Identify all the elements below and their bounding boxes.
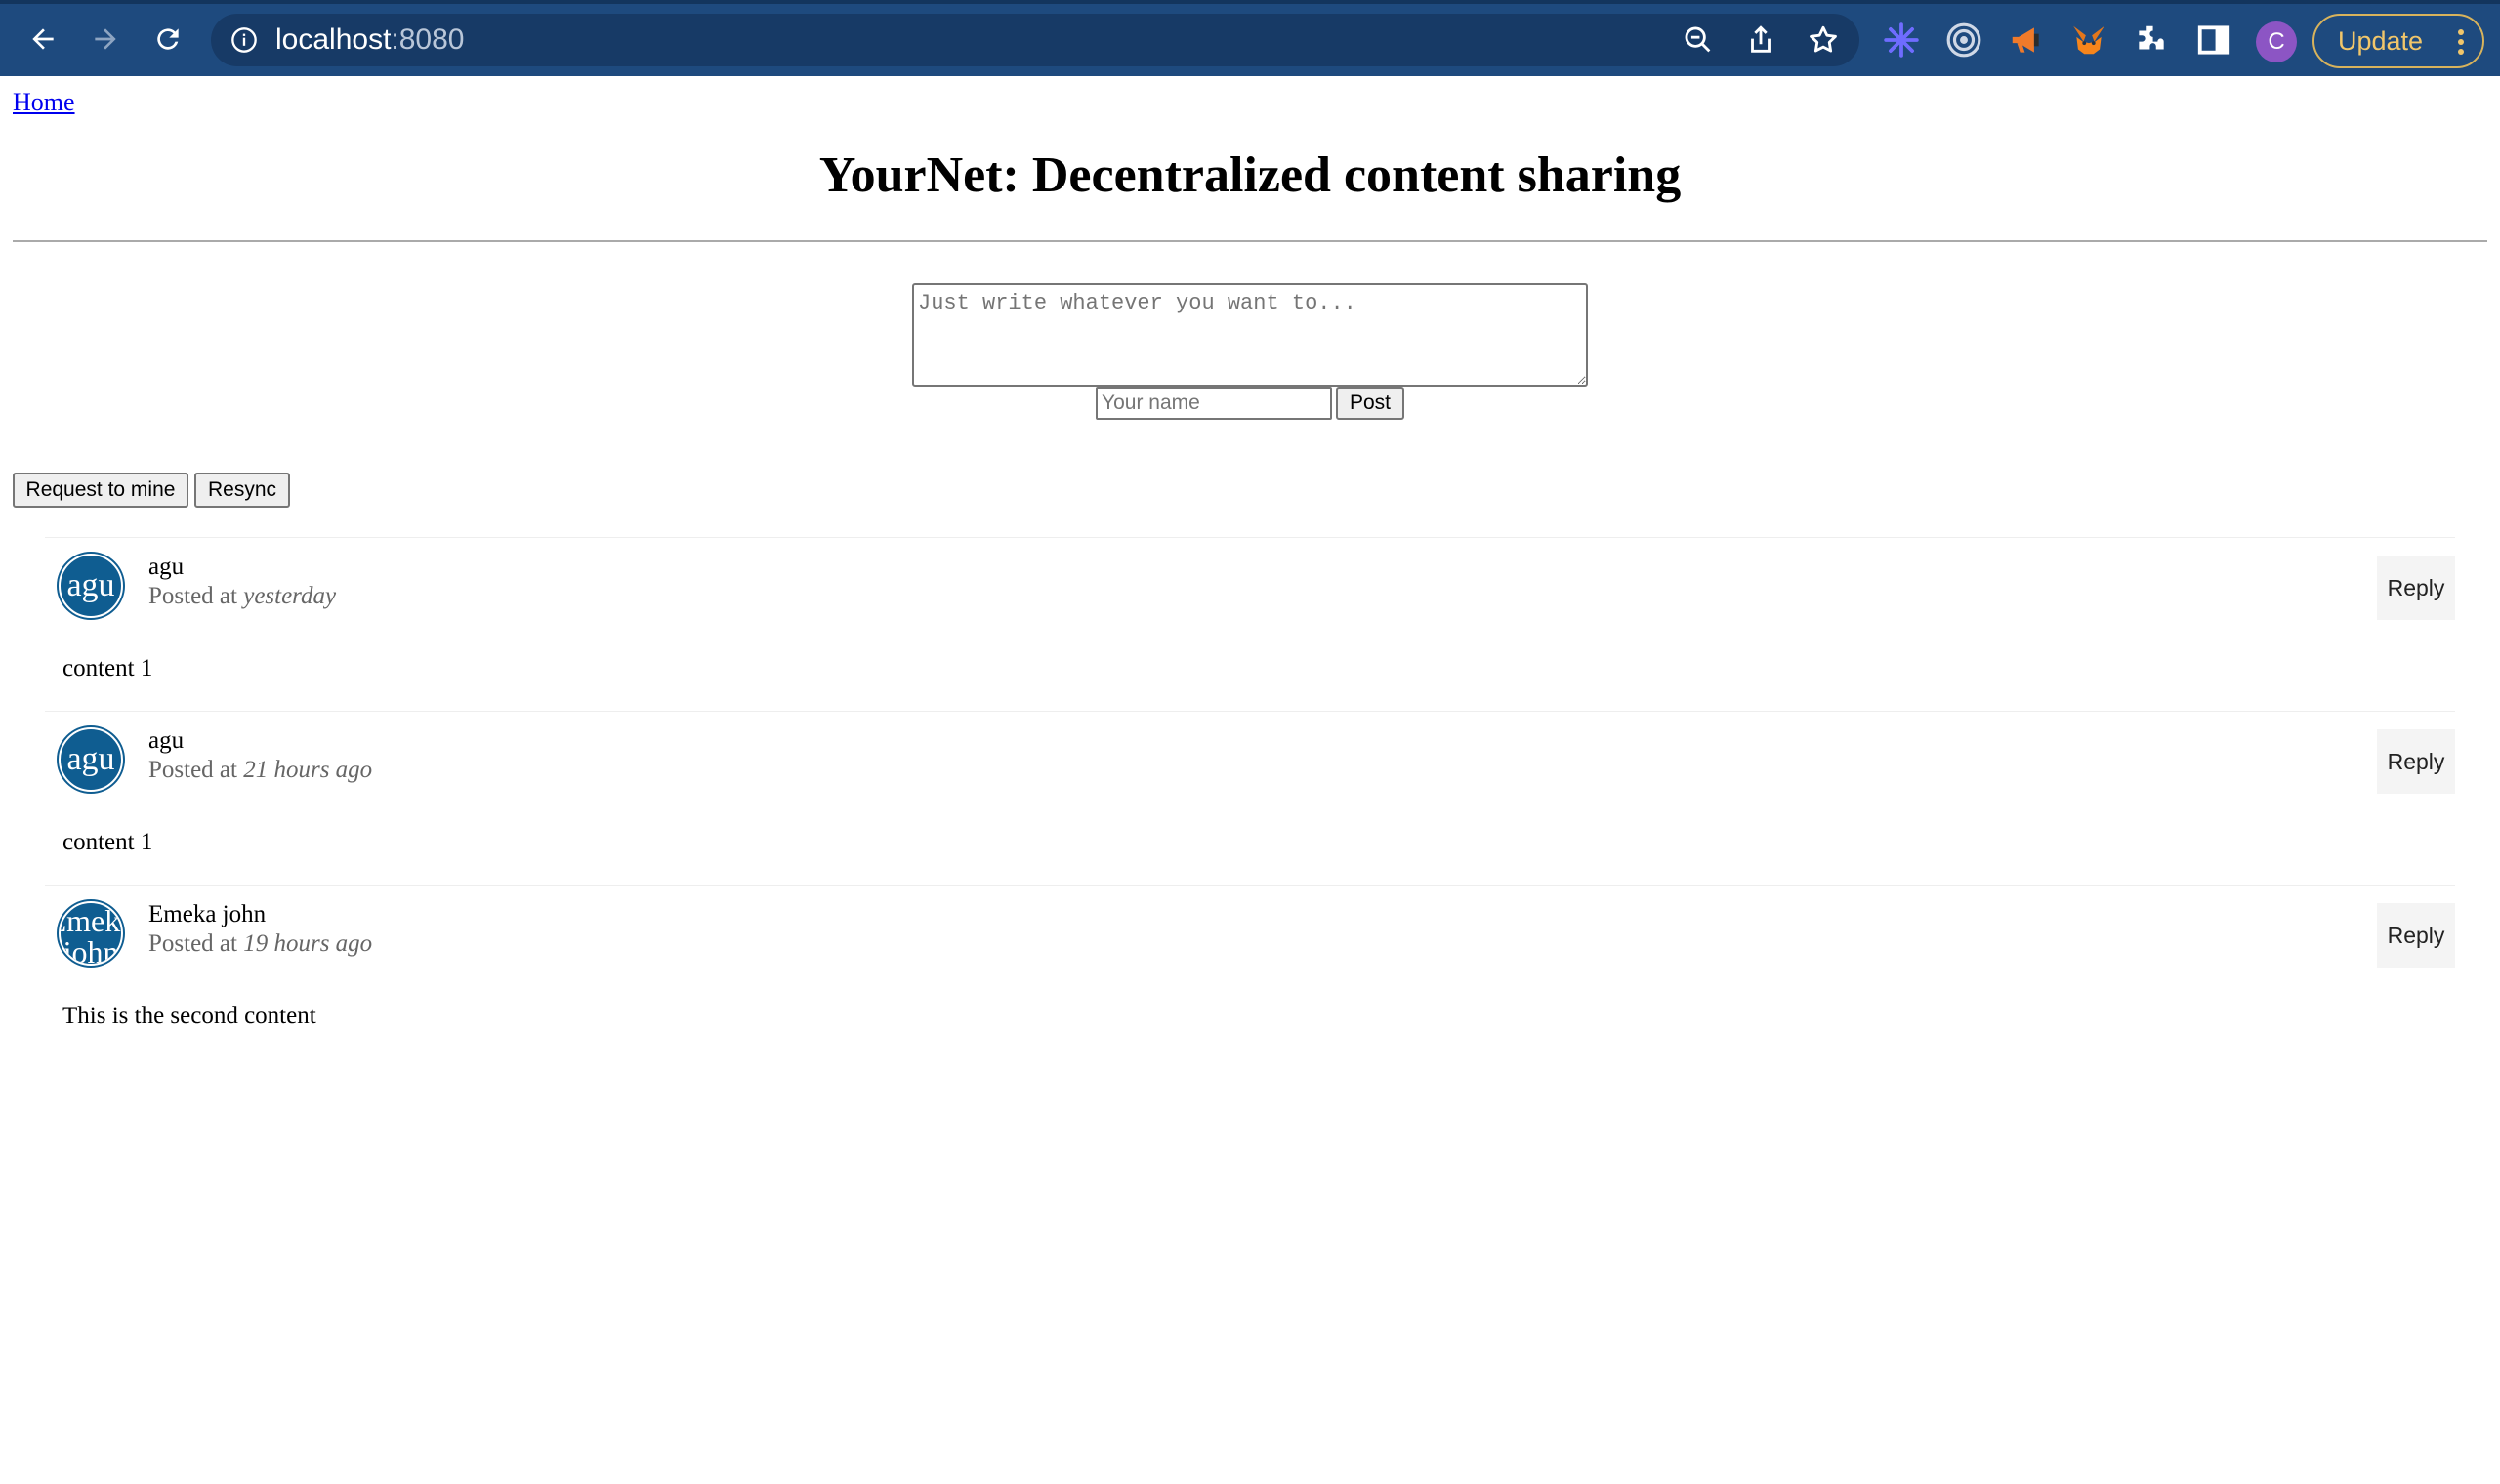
forward-arrow-icon[interactable] bbox=[84, 18, 127, 61]
share-icon[interactable] bbox=[1744, 23, 1777, 57]
post-author: agu bbox=[148, 554, 185, 580]
post-content: This is the second content bbox=[62, 1003, 316, 1029]
sparkle-extension-icon[interactable] bbox=[1883, 21, 1920, 59]
reload-icon[interactable] bbox=[146, 18, 189, 61]
post-timestamp: Posted at 21 hours ago bbox=[148, 757, 372, 784]
url-port: :8080 bbox=[391, 23, 465, 56]
update-label: Update bbox=[2338, 25, 2424, 56]
address-bar[interactable]: localhost:8080 bbox=[211, 14, 1859, 66]
reply-button[interactable]: Reply bbox=[2377, 903, 2455, 968]
author-avatar: agu bbox=[59, 554, 123, 618]
bookmark-star-icon[interactable] bbox=[1807, 23, 1840, 57]
post-author: Emeka john bbox=[148, 901, 267, 928]
post-timestamp: Posted at yesterday bbox=[148, 583, 336, 610]
post-author: agu bbox=[148, 727, 185, 754]
post-time: yesterday bbox=[243, 583, 337, 609]
browser-toolbar: localhost:8080 C Update bbox=[0, 0, 2500, 76]
more-menu-icon[interactable] bbox=[2457, 28, 2465, 62]
zoom-icon[interactable] bbox=[1682, 23, 1715, 57]
posted-prefix: Posted at bbox=[148, 757, 237, 783]
posted-prefix: Posted at bbox=[148, 930, 237, 957]
page-content: Home YourNet: Decentralized content shar… bbox=[0, 76, 2500, 1484]
puzzle-extensions-icon[interactable] bbox=[2133, 21, 2170, 59]
post-item: agu agu Posted at yesterday Reply conten… bbox=[45, 537, 2455, 711]
target-extension-icon[interactable] bbox=[1945, 21, 1982, 59]
url-host: localhost bbox=[275, 23, 392, 56]
content-textarea[interactable] bbox=[912, 283, 1588, 387]
post-content: content 1 bbox=[62, 655, 153, 681]
author-avatar: Emeka john bbox=[59, 901, 123, 966]
resync-button[interactable]: Resync bbox=[194, 473, 290, 508]
home-link[interactable]: Home bbox=[13, 88, 75, 117]
post-content: content 1 bbox=[62, 829, 153, 855]
divider bbox=[13, 240, 2487, 242]
request-to-mine-button[interactable]: Request to mine bbox=[13, 473, 188, 508]
posted-prefix: Posted at bbox=[148, 583, 237, 609]
post-time: 19 hours ago bbox=[243, 930, 373, 957]
profile-avatar[interactable]: C bbox=[2256, 21, 2297, 62]
site-info-icon[interactable] bbox=[230, 26, 258, 59]
post-feed: agu agu Posted at yesterday Reply conten… bbox=[45, 537, 2455, 1058]
name-input[interactable] bbox=[1096, 387, 1332, 420]
side-panel-icon[interactable] bbox=[2195, 21, 2232, 59]
megaphone-extension-icon[interactable] bbox=[2008, 21, 2045, 59]
post-item: agu agu Posted at 21 hours ago Reply con… bbox=[45, 711, 2455, 885]
metamask-fox-icon[interactable] bbox=[2070, 21, 2107, 59]
url-text: localhost:8080 bbox=[275, 23, 464, 57]
reply-button[interactable]: Reply bbox=[2377, 556, 2455, 620]
reply-button[interactable]: Reply bbox=[2377, 729, 2455, 794]
post-item: Emeka john Emeka john Posted at 19 hours… bbox=[45, 885, 2455, 1058]
author-avatar: agu bbox=[59, 727, 123, 792]
post-timestamp: Posted at 19 hours ago bbox=[148, 930, 372, 958]
update-button[interactable]: Update bbox=[2312, 14, 2484, 68]
page-title: YourNet: Decentralized content sharing bbox=[818, 147, 1682, 203]
back-arrow-icon[interactable] bbox=[21, 18, 64, 61]
post-button[interactable]: Post bbox=[1336, 387, 1404, 420]
post-time: 21 hours ago bbox=[243, 757, 373, 783]
